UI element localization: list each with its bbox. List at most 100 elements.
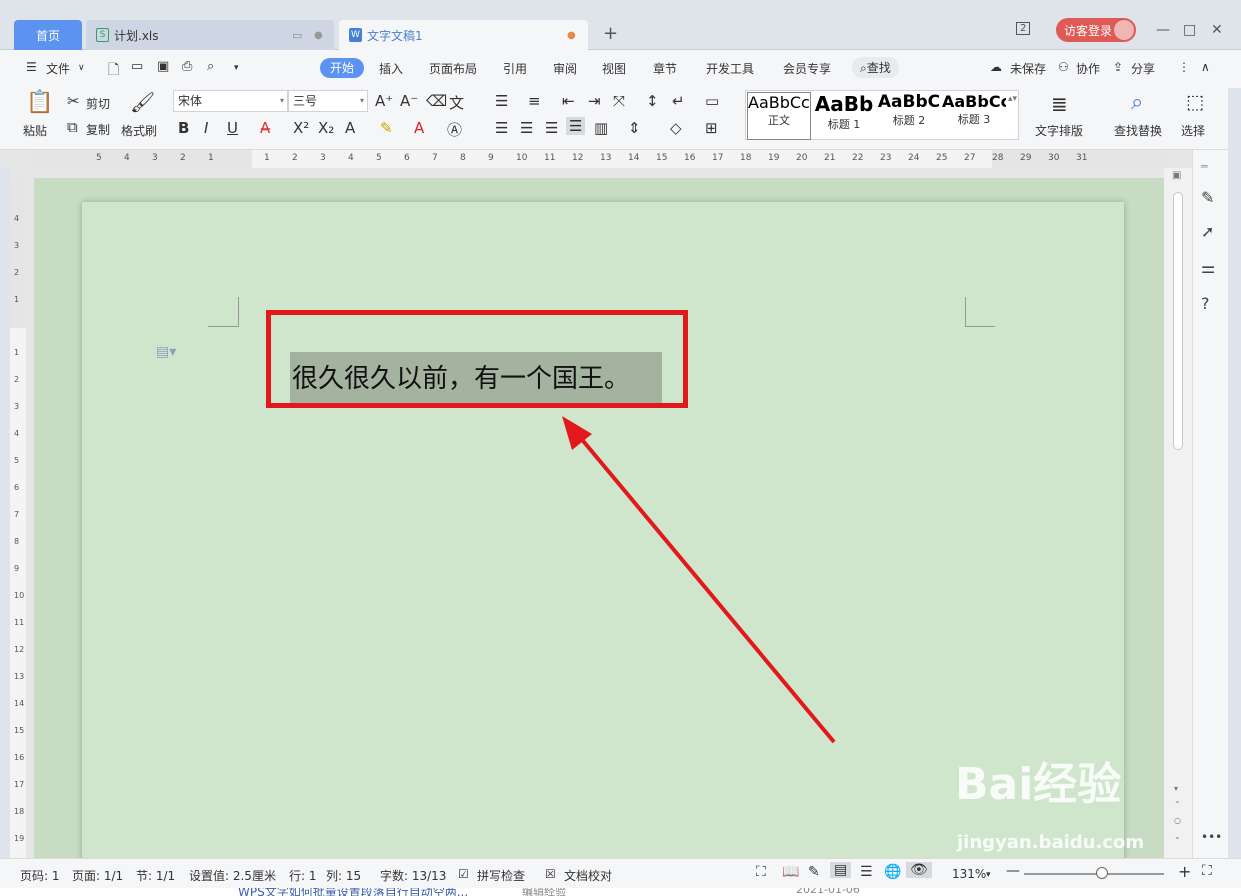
pin-window-icon[interactable]: ▭ — [292, 29, 302, 42]
fit-window-icon[interactable]: ⛶ — [1202, 863, 1212, 879]
font-color-icon[interactable]: A — [414, 119, 424, 137]
font-name-select[interactable]: 宋体 ▾ — [173, 90, 288, 112]
find-replace-button[interactable]: 查找替换 — [1114, 122, 1162, 139]
paste-icon[interactable]: 📋 — [26, 90, 53, 115]
minimize-icon[interactable]: — — [1156, 22, 1170, 38]
hamburger-icon[interactable]: ☰ — [26, 60, 37, 74]
style-normal[interactable]: AaBbCcDd 正文 — [747, 92, 811, 140]
highlight-icon[interactable]: ✎ — [380, 119, 393, 137]
shading-icon[interactable]: ◇ — [670, 119, 682, 137]
next-page-icon[interactable]: ⌄ — [1174, 832, 1181, 841]
menu-references[interactable]: 引用 — [503, 60, 527, 77]
text-layout-icon[interactable]: ≣ — [1051, 92, 1068, 116]
chevron-down-icon[interactable]: ▾ — [986, 870, 991, 880]
tab-home[interactable]: 首页 — [14, 20, 82, 50]
status-page-number[interactable]: 页码: 1 — [20, 867, 60, 884]
grow-font-icon[interactable]: A⁺ — [375, 92, 393, 110]
tab-document[interactable]: W 文字文稿1 ● — [339, 20, 588, 50]
cursor-icon[interactable]: ➚ — [1201, 222, 1214, 241]
help-icon[interactable]: ? — [1201, 294, 1210, 313]
zoom-slider[interactable] — [1024, 873, 1164, 875]
write-mode-icon[interactable]: ✎ — [808, 864, 820, 880]
align-left-icon[interactable]: ☰ — [495, 119, 508, 137]
menu-start[interactable]: 开始 — [320, 58, 364, 78]
scroll-down-icon[interactable]: ▾ — [1174, 784, 1178, 793]
italic-icon[interactable]: I — [204, 119, 208, 137]
page-view-icon[interactable]: ▤ — [830, 862, 852, 878]
cut-button[interactable]: 剪切 — [86, 95, 110, 112]
more-vertical-icon[interactable]: ⋮ — [1178, 60, 1190, 74]
sort-icon[interactable]: ↕ — [646, 92, 659, 110]
quick-access-dropdown-icon[interactable]: ▾ — [234, 63, 239, 73]
paste-button[interactable]: 粘贴 — [23, 122, 47, 139]
align-center-icon[interactable]: ☰ — [520, 119, 533, 137]
chinese-layout-icon[interactable]: ⤧ — [613, 92, 625, 110]
maximize-icon[interactable]: □ — [1183, 22, 1196, 38]
underline-icon[interactable]: U — [227, 119, 238, 137]
style-heading-1[interactable]: AaBb 标题 1 — [812, 92, 876, 140]
scissors-icon[interactable]: ✂ — [67, 92, 80, 110]
text-effect-icon[interactable]: A — [345, 119, 355, 137]
outline-view-icon[interactable]: ☰ — [860, 864, 873, 880]
print-icon[interactable]: ⎙ — [182, 59, 192, 74]
status-setting-value[interactable]: 设置值: 2.5厘米 — [189, 867, 276, 884]
text-layout-button[interactable]: 文字排版 — [1035, 122, 1083, 139]
subscript-icon[interactable]: X₂ — [318, 119, 334, 137]
menu-insert[interactable]: 插入 — [379, 60, 403, 77]
justify-icon[interactable]: ☰ — [566, 117, 586, 135]
borders-icon[interactable]: ⊞ — [705, 119, 718, 137]
prev-page-icon[interactable]: ⌃ — [1174, 800, 1181, 809]
menu-page-layout[interactable]: 页面布局 — [429, 60, 477, 77]
status-column[interactable]: 列: 15 — [326, 867, 361, 884]
menu-file[interactable]: 文件 — [46, 60, 70, 77]
format-painter-icon[interactable]: 🖌 — [130, 90, 155, 114]
style-heading-3[interactable]: AaBbCcD 标题 3 — [942, 92, 1006, 140]
horizontal-ruler[interactable]: 5 4 3 2 1 1 2 3 4 5 6 7 8 9 10 11 12 13 14 15 16 17 18 19 20 21 22… — [34, 150, 1164, 168]
collapse-ribbon-icon[interactable]: ∧ — [1201, 60, 1210, 74]
background-link[interactable]: WPS文字如何批量设置段落自行自动空两... — [238, 888, 468, 896]
decrease-indent-icon[interactable]: ⇤ — [562, 92, 575, 110]
proofread-button[interactable]: 文档校对 — [564, 867, 612, 884]
select-icon[interactable]: ⬚ — [1186, 91, 1204, 113]
menu-view[interactable]: 视图 — [602, 60, 626, 77]
show-marks-icon[interactable]: ↵ — [672, 92, 685, 110]
status-row[interactable]: 行: 1 — [289, 867, 317, 884]
style-heading-2[interactable]: AaBbC 标题 2 — [877, 92, 941, 140]
bullets-icon[interactable]: ☰ — [495, 92, 508, 110]
superscript-icon[interactable]: X² — [293, 119, 309, 137]
fullscreen-icon[interactable]: ⛶ — [756, 864, 766, 880]
close-icon[interactable]: ✕ — [1211, 22, 1223, 38]
new-doc-icon[interactable]: 🗋 — [108, 59, 119, 83]
ruler-toggle-icon[interactable]: ▣ — [1172, 170, 1181, 181]
paragraph-handle-icon[interactable]: ▤▾ — [156, 344, 176, 360]
line-spacing-icon[interactable]: ⇕ — [628, 119, 641, 137]
shrink-font-icon[interactable]: A⁻ — [400, 92, 418, 110]
strikethrough-icon[interactable]: A̶ — [260, 119, 270, 137]
guest-login-button[interactable]: 访客登录 — [1056, 18, 1136, 42]
table-grid-icon[interactable]: ▭ — [705, 92, 719, 110]
copy-button[interactable]: 复制 — [86, 121, 110, 138]
select-browse-icon[interactable]: ○ — [1174, 816, 1181, 825]
zoom-out-icon[interactable]: — — [1006, 863, 1020, 879]
menu-chapter[interactable]: 章节 — [653, 60, 677, 77]
menu-search[interactable]: ⌕查找 — [852, 57, 899, 78]
scrollbar-thumb[interactable] — [1173, 192, 1183, 450]
share-button[interactable]: 分享 — [1131, 60, 1155, 77]
format-painter-button[interactable]: 格式刷 — [121, 122, 157, 139]
chevron-down-icon[interactable]: ∨ — [78, 63, 85, 73]
web-view-icon[interactable]: 🌐 — [884, 864, 901, 880]
char-border-icon[interactable]: Ⓐ — [447, 119, 462, 140]
sliders-icon[interactable]: ⚌ — [1201, 258, 1215, 277]
vertical-scrollbar[interactable]: ▣ ▾ ⌃ ○ ⌄ — [1164, 168, 1192, 858]
unsaved-status[interactable]: 未保存 — [1010, 60, 1046, 77]
new-tab-button[interactable]: + — [603, 23, 618, 44]
copy-icon[interactable]: ⧉ — [67, 118, 78, 136]
more-horizontal-icon[interactable]: ••• — [1201, 830, 1222, 844]
tab-xls-file[interactable]: S 计划.xls ▭ ● — [86, 20, 334, 50]
collab-button[interactable]: 协作 — [1076, 60, 1100, 77]
increase-indent-icon[interactable]: ⇥ — [588, 92, 601, 110]
bold-icon[interactable]: B — [178, 119, 189, 137]
status-word-count[interactable]: 字数: 13/13 — [380, 867, 446, 884]
select-button[interactable]: 选择 — [1181, 122, 1205, 139]
pinyin-guide-icon[interactable]: 文 — [449, 92, 464, 113]
